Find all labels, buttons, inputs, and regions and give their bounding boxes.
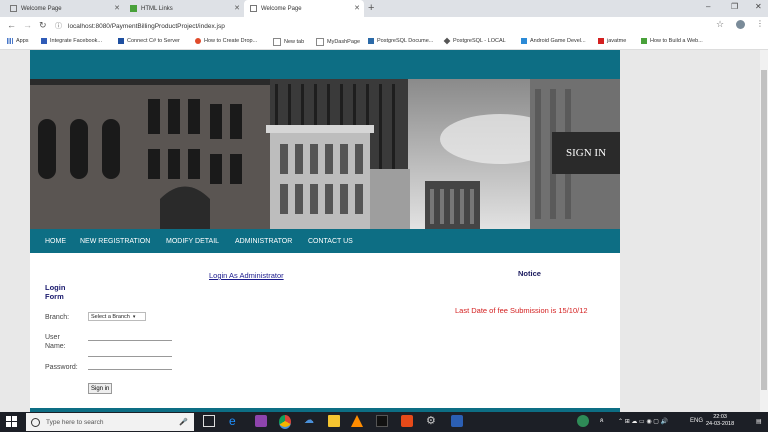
page-icon — [130, 5, 137, 12]
page-icon — [273, 38, 281, 46]
nav-new-registration[interactable]: NEW REGISTRATION — [80, 238, 150, 245]
info-icon[interactable]: ⓘ — [55, 21, 62, 31]
bookmark-item[interactable]: How to Create Drop... — [195, 38, 257, 44]
hero-signin-label[interactable]: SIGN IN — [552, 132, 620, 174]
new-tab-button[interactable]: + — [368, 2, 374, 14]
forward-icon[interactable]: → — [23, 20, 32, 30]
vlc-icon[interactable] — [351, 415, 363, 427]
page-icon — [10, 5, 17, 12]
taskbar-clock[interactable]: 22:03 24-03-2018 — [706, 414, 734, 428]
nav-modify-detail[interactable]: MODIFY DETAIL — [166, 238, 219, 245]
close-window-icon[interactable]: ✕ — [755, 2, 762, 11]
terminal-icon[interactable] — [376, 415, 388, 427]
dropdown-arrow-icon: ▾ — [132, 313, 136, 320]
tab-title: Welcome Page — [261, 5, 302, 12]
task-view-icon[interactable] — [203, 415, 215, 427]
bookmark-item[interactable]: PostgreSQL Docume... — [368, 38, 433, 44]
bookmark-icon — [443, 37, 451, 45]
bookmark-item[interactable]: Integrate Facebook... — [41, 38, 102, 44]
windows-start-icon[interactable] — [6, 416, 17, 427]
username-field-second-line[interactable] — [88, 347, 172, 357]
address-bar[interactable]: ⓘ localhost:8080/PaymentBillingProductPr… — [55, 19, 715, 33]
profile-avatar[interactable] — [736, 20, 745, 29]
gear-icon[interactable]: ⚙ — [426, 415, 438, 427]
tab-title: Welcome Page — [21, 5, 62, 12]
minimize-icon[interactable]: – — [706, 2, 710, 11]
bookmark-icon — [521, 38, 527, 44]
fee-deadline-notice: Last Date of fee Submission is 15/10/12 — [455, 306, 588, 315]
login-as-administrator-link[interactable]: Login As Administrator — [209, 271, 284, 280]
edge-browser-icon[interactable]: e — [229, 415, 241, 427]
close-icon[interactable]: ✕ — [234, 4, 240, 12]
nav-administrator[interactable]: ADMINISTRATOR — [235, 238, 292, 245]
nav-home[interactable]: HOME — [45, 238, 66, 245]
username-label: User Name: — [45, 334, 66, 350]
app-icon[interactable] — [255, 415, 267, 427]
elephant-icon — [368, 38, 374, 44]
reload-icon[interactable]: ↻ — [39, 20, 47, 31]
url-text: localhost:8080/PaymentBillingProductProj… — [68, 22, 225, 30]
back-icon[interactable]: ← — [7, 20, 16, 30]
site-header-bar — [30, 50, 620, 79]
bookmark-icon — [195, 38, 201, 44]
login-form-title: Login Form — [45, 283, 66, 301]
notice-heading: Notice — [518, 269, 541, 278]
tab-welcome-page-1[interactable]: Welcome Page ✕ — [4, 0, 124, 17]
apps-grid-icon — [7, 38, 13, 44]
password-field[interactable] — [88, 360, 172, 370]
page-icon — [250, 5, 257, 12]
tab-title: HTML Links — [141, 5, 173, 12]
bookmark-item[interactable]: Android Game Devel... — [521, 38, 586, 44]
menu-icon[interactable]: ⋮ — [756, 19, 764, 28]
hero-banner-image — [30, 79, 620, 229]
page-icon — [316, 38, 324, 46]
sign-in-button[interactable]: Sign in — [88, 383, 113, 394]
app-tray-icon[interactable] — [577, 415, 589, 427]
username-field[interactable] — [88, 331, 172, 341]
nav-contact-us[interactable]: CONTACT US — [308, 238, 353, 245]
branch-select[interactable]: Select a Branch ▾ — [88, 312, 146, 321]
password-label: Password: — [45, 364, 78, 371]
bookmark-icon — [118, 38, 124, 44]
close-icon[interactable]: ✕ — [114, 4, 120, 12]
site-container: SIGN IN HOME NEW REGISTRATION MODIFY DET… — [30, 50, 620, 412]
notification-icon[interactable]: ▤ — [756, 418, 762, 425]
system-tray-icons[interactable]: ⌃ ⊞ ☁ ▭ ◉ ▢ 🔊 — [618, 418, 668, 425]
bookmark-icon — [41, 38, 47, 44]
bookmark-item[interactable]: PostgreSQL - LOCAL — [443, 37, 506, 45]
user-icon[interactable]: ጸ — [600, 418, 604, 425]
search-icon — [31, 417, 40, 427]
bookmark-item[interactable]: How to Build a Web... — [641, 38, 703, 44]
close-icon[interactable]: ✕ — [354, 4, 360, 12]
scrollbar-thumb[interactable] — [761, 70, 767, 390]
bookmark-item[interactable]: MyDashPage — [316, 38, 360, 46]
language-indicator[interactable]: ENG — [690, 418, 703, 424]
microphone-icon[interactable]: 🎤 — [179, 418, 188, 426]
bookmark-icon — [641, 38, 647, 44]
bookmark-icon — [598, 38, 604, 44]
app-icon[interactable] — [401, 415, 413, 427]
bookmark-item[interactable]: Connect C# to Server — [118, 38, 180, 44]
taskbar-search-box[interactable]: Type here to search 🎤 — [26, 413, 194, 431]
bookmark-item[interactable]: javatme — [598, 38, 626, 44]
maximize-icon[interactable]: ❐ — [731, 2, 738, 11]
branch-label: Branch: — [45, 314, 70, 321]
file-explorer-icon[interactable] — [328, 415, 340, 427]
bookmark-apps[interactable]: Apps — [7, 38, 29, 44]
bookmark-star-icon[interactable]: ☆ — [716, 19, 724, 30]
tab-html-links[interactable]: HTML Links ✕ — [124, 0, 244, 17]
app-icon[interactable]: ☁ — [304, 415, 316, 427]
app-icon[interactable] — [451, 415, 463, 427]
bookmark-item[interactable]: New tab — [273, 38, 304, 46]
chrome-icon[interactable] — [279, 415, 291, 429]
tab-welcome-page-active[interactable]: Welcome Page ✕ — [244, 0, 364, 17]
